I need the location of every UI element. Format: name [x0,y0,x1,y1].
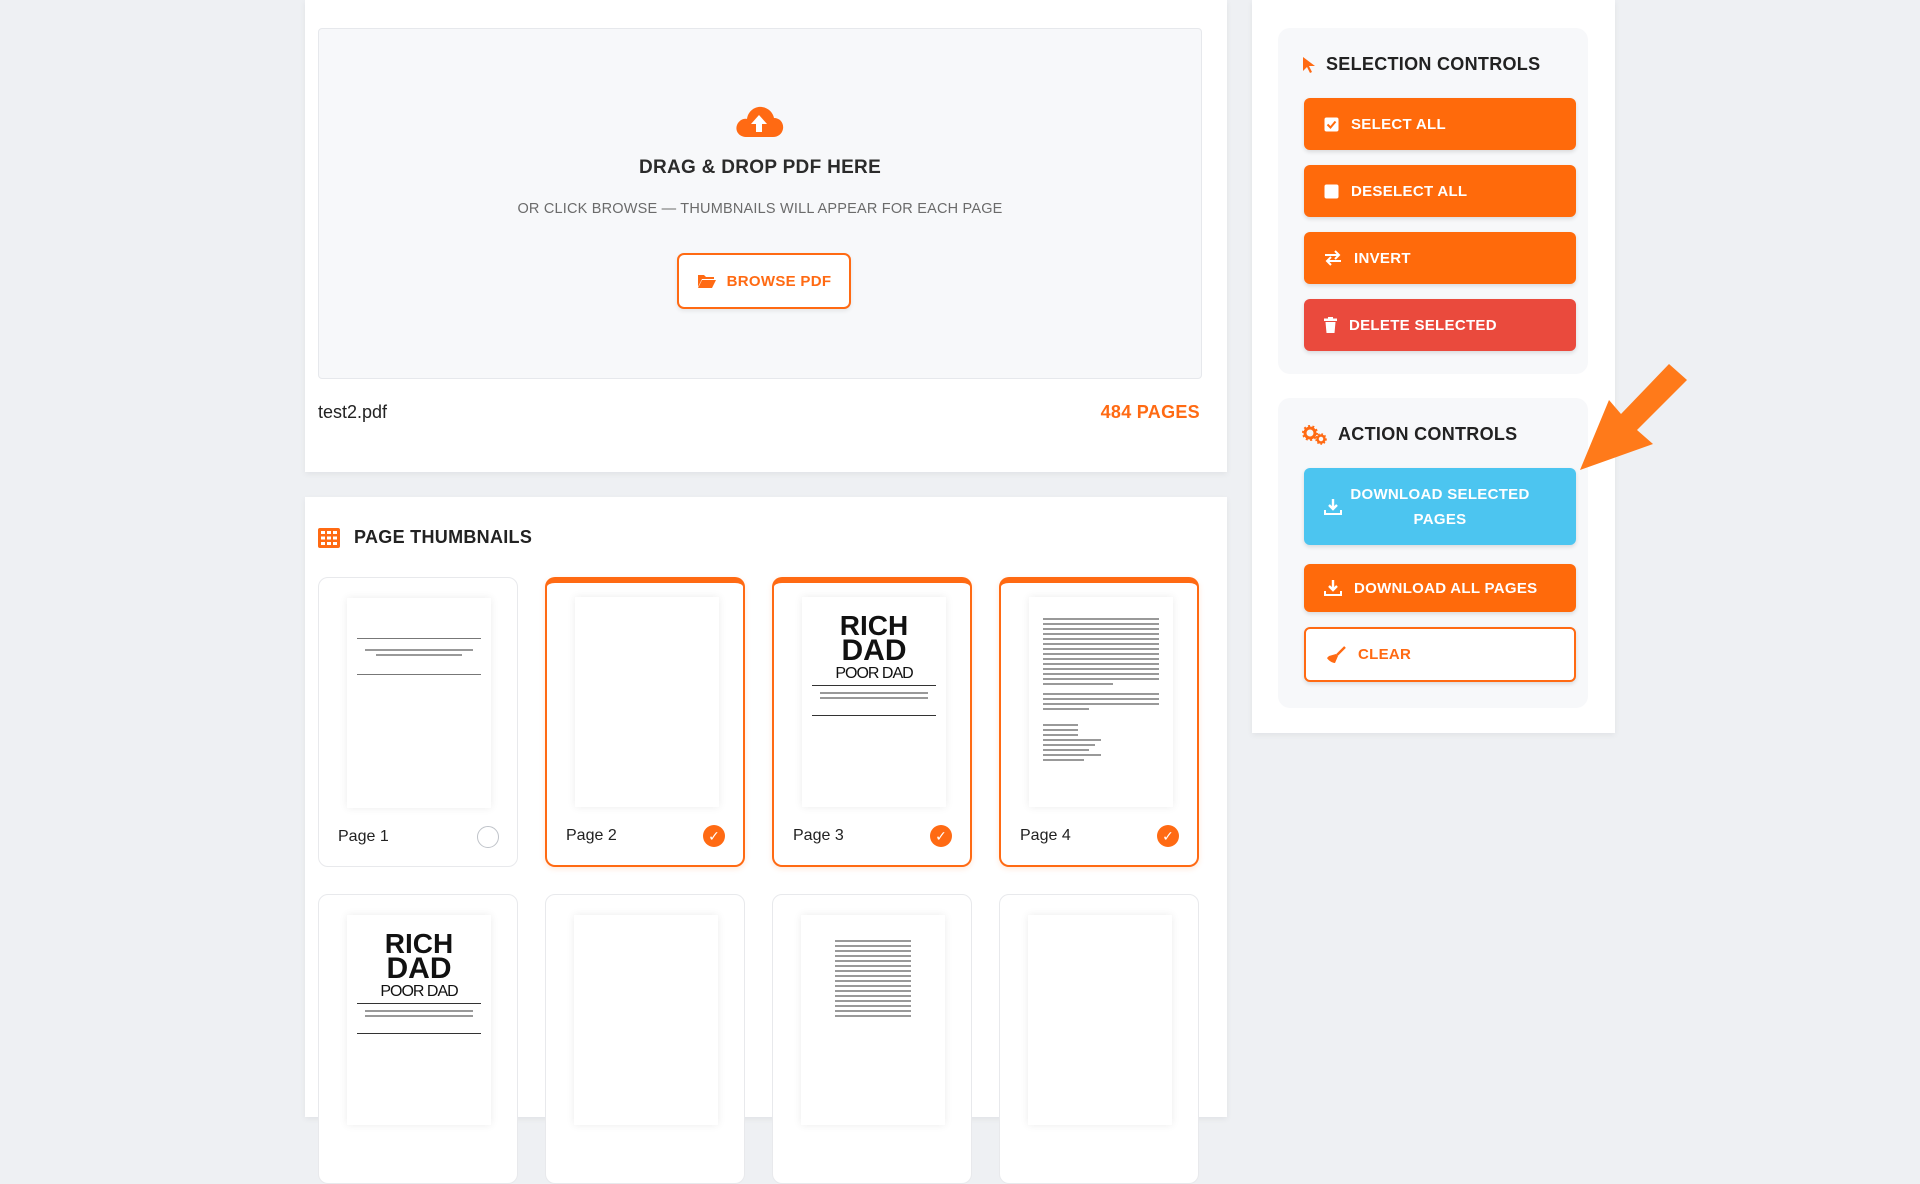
invert-button[interactable]: INVERT [1304,232,1576,284]
deselect-all-label: DESELECT ALL [1351,182,1468,200]
page-preview: RICH DAD POOR DAD [802,597,946,807]
download-all-button[interactable]: DOWNLOAD ALL PAGES [1304,564,1576,612]
check-icon[interactable]: ✓ [930,825,952,847]
broom-icon [1327,645,1346,663]
page-label: Page 2 [566,827,617,844]
page-thumbnail-1[interactable]: Page 1 [318,577,518,867]
download-icon [1324,499,1342,515]
arrow-pointer-icon [1580,364,1687,470]
download-icon [1324,580,1342,596]
page-label: Page 4 [1020,827,1071,844]
grid-icon [318,527,340,548]
select-all-label: SELECT ALL [1351,115,1446,133]
thumbnails-card: PAGE THUMBNAILS Page 1 Page 2 ✓ RICH DAD [305,497,1227,1184]
action-controls-title: ACTION CONTROLS [1338,424,1518,444]
folder-open-icon [697,275,716,288]
download-all-label: DOWNLOAD ALL PAGES [1354,579,1538,597]
page-preview: RICH DAD POOR DAD [347,915,491,1125]
browse-pdf-button[interactable]: BROWSE PDF [677,253,851,309]
invert-label: INVERT [1354,249,1411,267]
cover-title-poor-dad: POOR DAD [380,983,458,1000]
page-select-checkbox[interactable] [477,826,499,848]
gears-icon [1302,424,1327,445]
page-preview [1029,597,1173,807]
page-thumbnail-3[interactable]: RICH DAD POOR DAD Page 3 ✓ [772,577,972,867]
page-thumbnail-6[interactable] [545,894,745,1184]
thumbnails-title: PAGE THUMBNAILS [354,527,533,547]
drop-title: DRAG & DROP PDF HERE [638,157,882,178]
page-label: Page 1 [338,828,389,845]
selection-controls-title: SELECTION CONTROLS [1326,54,1541,74]
browse-pdf-label: BROWSE PDF [726,272,832,290]
download-selected-label-line2: PAGES [1413,510,1467,528]
cursor-icon [1303,56,1315,73]
page-preview [347,598,491,808]
cover-title-dad: DAD [386,952,452,985]
clear-button[interactable]: CLEAR [1304,627,1576,682]
page-thumbnail-4[interactable]: Page 4 ✓ [999,577,1199,867]
page-count: 484 PAGES [1100,402,1200,422]
cloud-upload-icon [736,106,784,137]
download-selected-button[interactable]: DOWNLOAD SELECTED PAGES [1304,468,1576,545]
page-thumbnail-2[interactable]: Page 2 ✓ [545,577,745,867]
trash-icon [1324,317,1337,333]
pdf-dropzone[interactable]: DRAG & DROP PDF HERE OR CLICK BROWSE — T… [318,28,1202,379]
check-icon[interactable]: ✓ [1157,825,1179,847]
cover-title-poor-dad: POOR DAD [835,665,913,682]
selection-controls-header: SELECTION CONTROLS [1302,54,1540,75]
check-icon[interactable]: ✓ [703,825,725,847]
cover-title-dad: DAD [841,634,907,667]
deselect-all-button[interactable]: DESELECT ALL [1304,165,1576,217]
delete-selected-button[interactable]: DELETE SELECTED [1304,299,1576,351]
controls-sidebar: SELECTION CONTROLS SELECT ALL DESELECT A… [1252,0,1615,733]
action-controls-header: ACTION CONTROLS [1302,424,1518,445]
thumbnails-header: PAGE THUMBNAILS [318,527,532,548]
page-thumbnail-7[interactable] [772,894,972,1184]
drop-subtitle: OR CLICK BROWSE — THUMBNAILS WILL APPEAR… [517,201,1003,217]
file-name: test2.pdf [318,402,388,422]
checkbox-icon [1324,117,1339,131]
swap-icon [1325,250,1341,266]
page-thumbnail-8[interactable] [999,894,1199,1184]
upload-card: DRAG & DROP PDF HERE OR CLICK BROWSE — T… [305,0,1227,472]
select-all-button[interactable]: SELECT ALL [1304,98,1576,150]
square-icon [1324,184,1339,198]
clear-label: CLEAR [1358,646,1412,663]
download-selected-label-line1: DOWNLOAD SELECTED [1350,485,1530,503]
page-preview [801,915,945,1125]
page-label: Page 3 [793,827,844,844]
page-thumbnail-5[interactable]: RICH DAD POOR DAD [318,894,518,1184]
page-preview [575,597,719,807]
page-preview [1028,915,1172,1125]
delete-selected-label: DELETE SELECTED [1349,316,1497,334]
page-preview [574,915,718,1125]
